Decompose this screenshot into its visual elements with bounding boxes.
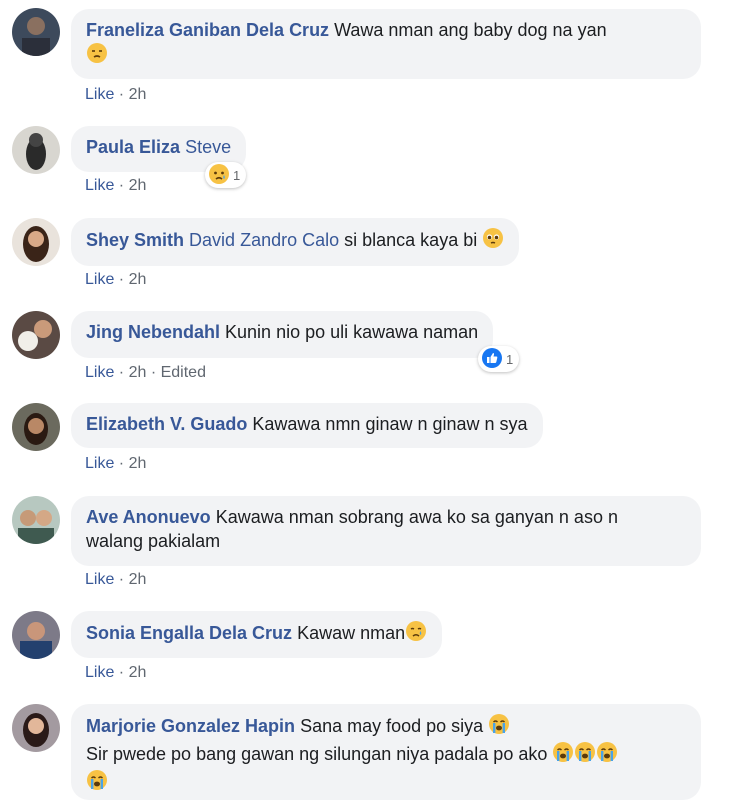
like-reaction-icon [481, 347, 503, 372]
comment-bubble: Marjorie Gonzalez Hapin Sana may food po… [71, 704, 701, 800]
comment-bubble: Jing Nebendahl Kunin nio po uli kawawa n… [71, 311, 494, 358]
edited-label[interactable]: Edited [161, 364, 206, 381]
pleading-face-emoji-icon [482, 227, 504, 255]
like-link[interactable]: Like [85, 664, 114, 681]
comment-author[interactable]: Marjorie Gonzalez Hapin [86, 716, 295, 736]
like-link[interactable]: Like [85, 271, 114, 288]
comment-author[interactable]: Paula Eliza [86, 137, 180, 157]
mention-link[interactable]: Steve [185, 137, 231, 157]
avatar[interactable] [12, 611, 60, 659]
sad-face-emoji-icon [86, 42, 108, 70]
comment-bubble: Franeliza Ganiban Dela Cruz Wawa nman an… [71, 9, 701, 79]
comment-meta: Like · 2h · Edited [85, 364, 206, 381]
comment-time[interactable]: 2h [129, 364, 147, 381]
comment-author[interactable]: Jing Nebendahl [86, 322, 220, 342]
comment-text: Kunin nio po uli kawawa naman [225, 322, 479, 342]
avatar[interactable] [12, 218, 60, 266]
comment-bubble: Sonia Engalla Dela Cruz Kawaw nman [71, 611, 443, 658]
comment-bubble: Shey Smith David Zandro Calo si blanca k… [71, 218, 520, 266]
comment-author[interactable]: Shey Smith [86, 230, 184, 250]
comment-time[interactable]: 2h [129, 86, 147, 103]
reaction-count: 1 [233, 167, 241, 183]
like-link[interactable]: Like [85, 571, 114, 588]
mention-link[interactable]: David Zandro Calo [189, 230, 339, 250]
loudly-crying-emoji-icon [86, 769, 108, 797]
crying-face-emoji-icon [405, 620, 427, 648]
comment-text: walang pakialam [86, 531, 221, 551]
comment-meta: Like · 2h [85, 177, 147, 194]
comment-text: Sana may food po siya [300, 716, 484, 736]
comment-text: Kawaw nman [297, 623, 406, 643]
comment-time[interactable]: 2h [129, 455, 147, 472]
comment-time[interactable]: 2h [129, 571, 147, 588]
comment-text: si blanca kaya bi [344, 230, 478, 250]
avatar[interactable] [12, 126, 60, 174]
comment-author[interactable]: Franeliza Ganiban Dela Cruz [86, 20, 329, 40]
avatar[interactable] [12, 311, 60, 359]
avatar[interactable] [12, 496, 60, 544]
comment-time[interactable]: 2h [129, 177, 147, 194]
loudly-crying-emoji-icon [488, 713, 510, 741]
comment-text: Kawawa nmn ginaw n ginaw n sya [252, 414, 528, 434]
reaction-count: 1 [506, 351, 514, 367]
comment-meta: Like · 2h [85, 455, 147, 472]
like-link[interactable]: Like [85, 455, 114, 472]
comment-author[interactable]: Elizabeth V. Guado [86, 414, 247, 434]
like-link[interactable]: Like [85, 86, 114, 103]
comment-meta: Like · 2h [85, 571, 147, 588]
comment-text: Kawawa nman sobrang awa ko sa ganyan n a… [215, 507, 618, 527]
sad-reaction-icon [208, 163, 230, 188]
like-link[interactable]: Like [85, 177, 114, 194]
reaction-badge[interactable]: 1 [478, 346, 520, 372]
comment-time[interactable]: 2h [129, 271, 147, 288]
comment-bubble: Elizabeth V. Guado Kawawa nmn ginaw n gi… [71, 403, 543, 448]
loudly-crying-emoji-icon [596, 741, 618, 769]
avatar[interactable] [12, 8, 60, 56]
reaction-badge[interactable]: 1 [205, 162, 247, 188]
comment-author[interactable]: Sonia Engalla Dela Cruz [86, 623, 292, 643]
avatar[interactable] [12, 704, 60, 752]
like-link[interactable]: Like [85, 364, 114, 381]
comment-meta: Like · 2h [85, 86, 147, 103]
comment-text: Sir pwede po bang gawan ng silungan niya… [86, 744, 548, 764]
comment-meta: Like · 2h [85, 271, 147, 288]
loudly-crying-emoji-icon [574, 741, 596, 769]
comment-text: Wawa nman ang baby dog na yan [334, 20, 607, 40]
comment-meta: Like · 2h [85, 664, 147, 681]
avatar[interactable] [12, 403, 60, 451]
comment-author[interactable]: Ave Anonuevo [86, 507, 211, 527]
comment-time[interactable]: 2h [129, 664, 147, 681]
comment-bubble: Ave Anonuevo Kawawa nman sobrang awa ko … [71, 496, 701, 566]
loudly-crying-emoji-icon [552, 741, 574, 769]
